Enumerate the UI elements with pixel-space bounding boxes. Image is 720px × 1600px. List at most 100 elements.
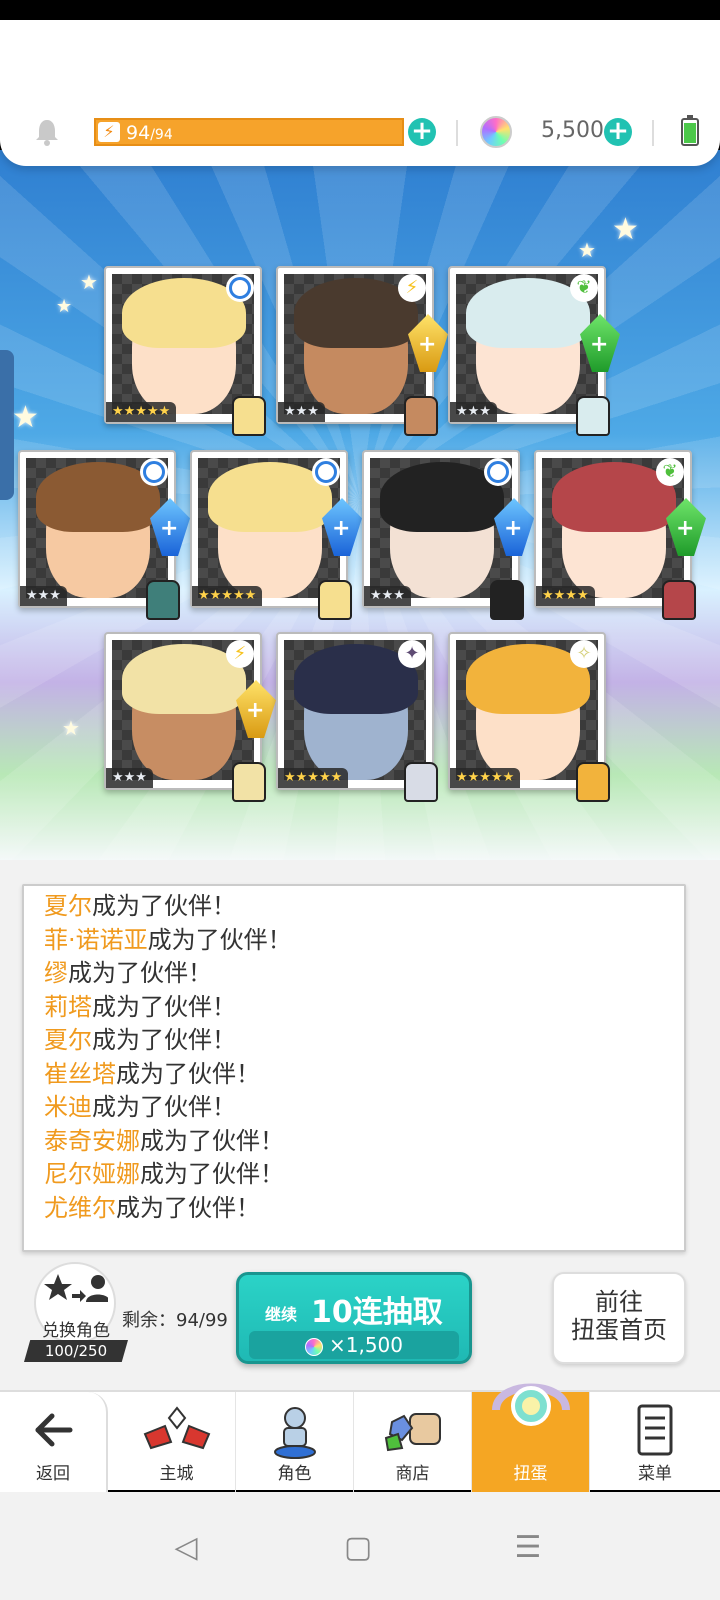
log-list: 夏尔成为了伙伴！ 菲·诺诺亚成为了伙伴！ 缪成为了伙伴！ 莉塔成为了伙伴！ 夏尔成为了伙… bbox=[24, 890, 684, 1225]
earth-element-icon: ❦ bbox=[570, 274, 598, 302]
character-name: 尤维尔 bbox=[44, 1193, 116, 1222]
gacha-home-line2: 扭蛋首页 bbox=[571, 1316, 667, 1344]
divider bbox=[652, 120, 654, 146]
character-icon bbox=[273, 1407, 316, 1459]
swap-star-person-icon bbox=[44, 1274, 108, 1302]
add-gems-button[interactable]: + bbox=[604, 118, 632, 146]
resource-row: ⚡ 94/94 + 5,500 + bbox=[0, 115, 720, 156]
remaining-count: 剩余：94/99 bbox=[122, 1310, 228, 1331]
rarity-stars: ★★★ bbox=[106, 768, 153, 788]
character-card[interactable]: ✦ ★★★★★ bbox=[276, 632, 438, 802]
chibi-sprite-icon bbox=[490, 580, 524, 620]
nav-label-character: 角色 bbox=[277, 1464, 312, 1484]
log-suffix: 成为了伙伴！ bbox=[68, 959, 212, 987]
character-card[interactable]: ★★★★★ bbox=[104, 266, 266, 436]
log-line: 菲·诺诺亚成为了伙伴！ bbox=[24, 924, 684, 958]
swap-label: 兑换角色 bbox=[42, 1321, 110, 1341]
nav-label-gacha: 扭蛋 bbox=[513, 1464, 548, 1484]
log-suffix: 成为了伙伴！ bbox=[116, 1059, 260, 1088]
system-nav-bar: ◁ ▢ ☰ bbox=[0, 1492, 720, 1600]
rarity-stars: ★★★ bbox=[20, 586, 67, 606]
character-card[interactable]: ⚡ + ★★★ bbox=[276, 266, 448, 436]
nav-item-menu[interactable]: 菜单 bbox=[590, 1392, 720, 1492]
character-card[interactable]: + ★★★ bbox=[362, 450, 534, 620]
swap-character-button[interactable]: 兑换角色 100/250 bbox=[24, 1262, 128, 1362]
star-decoration-icon: ★ bbox=[62, 716, 80, 740]
star-decoration-icon: ★ bbox=[56, 296, 73, 317]
divider bbox=[456, 120, 458, 146]
rarity-stars: ★★★★★ bbox=[192, 586, 263, 606]
character-name: 崔丝塔 bbox=[44, 1059, 116, 1088]
water-element-icon bbox=[312, 458, 340, 486]
rarity-stars: ★★★★★ bbox=[278, 768, 349, 788]
character-card[interactable]: ❦ + ★★★ bbox=[448, 266, 620, 436]
thunder-element-icon: ⚡ bbox=[226, 640, 254, 668]
result-log[interactable]: 夏尔成为了伙伴！ 菲·诺诺亚成为了伙伴！ 缪成为了伙伴！ 莉塔成为了伙伴！ 夏尔成为了伙… bbox=[22, 884, 686, 1252]
rarity-stars: ★★★★★ bbox=[106, 402, 177, 422]
system-back-icon[interactable]: ◁ bbox=[164, 1530, 208, 1574]
chibi-sprite-icon bbox=[232, 396, 266, 436]
rarity-stars: ★★★ bbox=[450, 402, 497, 422]
gacha-home-line1: 前往 bbox=[595, 1288, 643, 1316]
character-card[interactable]: ⚡ + ★★★ bbox=[104, 632, 276, 802]
log-line: 崔丝塔成为了伙伴！ bbox=[24, 1058, 684, 1092]
battery-icon bbox=[681, 115, 699, 146]
character-name: 米迪 bbox=[44, 1093, 92, 1121]
gacha-icon bbox=[491, 1383, 570, 1426]
character-name: 夏尔 bbox=[44, 1026, 92, 1054]
log-line: 尼尔娅娜成为了伙伴！ bbox=[24, 1158, 684, 1192]
dark-element-icon: ✦ bbox=[398, 640, 426, 668]
gacha-home-button[interactable]: 前往 扭蛋首页 bbox=[552, 1272, 686, 1364]
character-name: 尼尔娅娜 bbox=[44, 1160, 140, 1188]
arrow-left-icon bbox=[35, 1413, 73, 1447]
log-suffix: 成为了伙伴！ bbox=[92, 1093, 236, 1121]
bell-icon[interactable] bbox=[34, 118, 60, 146]
energy-max: 94 bbox=[154, 127, 173, 143]
resource-panel: ⚡ 94/94 + 5,500 + bbox=[0, 20, 720, 166]
rarity-stars: ★★★★ bbox=[536, 586, 595, 606]
bottom-nav: 返回 主城 角色 商店 扭蛋 菜单 bbox=[0, 1383, 720, 1492]
chibi-sprite-icon bbox=[576, 762, 610, 802]
nav-label-town: 主城 bbox=[159, 1464, 194, 1484]
nav-label-menu: 菜单 bbox=[638, 1464, 672, 1484]
chibi-sprite-icon bbox=[662, 580, 696, 620]
system-recents-icon[interactable]: ☰ bbox=[506, 1530, 550, 1574]
light-element-icon: ✧ bbox=[570, 640, 598, 668]
rarity-stars: ★★★ bbox=[278, 402, 325, 422]
add-energy-button[interactable]: + bbox=[408, 118, 436, 146]
character-name: 泰奇安娜 bbox=[44, 1126, 140, 1155]
chibi-sprite-icon bbox=[146, 580, 180, 620]
character-card[interactable]: + ★★★ bbox=[18, 450, 190, 620]
gem-icon bbox=[480, 116, 512, 148]
back-button[interactable]: 返回 bbox=[0, 1392, 108, 1492]
log-line: 泰奇安娜成为了伙伴！ bbox=[24, 1125, 684, 1159]
gem-icon bbox=[304, 1337, 323, 1356]
nav-item-town[interactable]: 主城 bbox=[118, 1392, 236, 1492]
character-card[interactable]: + ★★★★★ bbox=[190, 450, 362, 620]
water-element-icon bbox=[140, 458, 168, 486]
log-line: 夏尔成为了伙伴！ bbox=[24, 1024, 684, 1058]
thunder-element-icon: ⚡ bbox=[398, 274, 426, 302]
menu-icon bbox=[637, 1404, 673, 1456]
chibi-sprite-icon bbox=[404, 396, 438, 436]
nav-item-character[interactable]: 角色 bbox=[236, 1392, 354, 1492]
energy-bar: ⚡ 94/94 bbox=[94, 118, 404, 146]
character-name: 缪 bbox=[44, 959, 68, 987]
character-card[interactable]: ❦ + ★★★★ bbox=[534, 450, 706, 620]
star-decoration-icon: ★ bbox=[578, 238, 596, 262]
pull-title: 10连抽取 bbox=[311, 1295, 443, 1330]
system-home-icon[interactable]: ▢ bbox=[336, 1530, 380, 1574]
status-bar bbox=[0, 0, 720, 20]
log-line: 夏尔成为了伙伴！ bbox=[24, 890, 684, 924]
star-decoration-icon: ★ bbox=[80, 270, 98, 294]
gem-count: 5,500 bbox=[541, 118, 604, 143]
chibi-sprite-icon bbox=[232, 762, 266, 802]
nav-item-gacha[interactable]: 扭蛋 bbox=[472, 1383, 590, 1492]
character-card[interactable]: ✧ ★★★★★ bbox=[448, 632, 610, 802]
log-line: 米迪成为了伙伴！ bbox=[24, 1091, 684, 1125]
rarity-stars: ★★★ bbox=[364, 586, 411, 606]
rarity-stars: ★★★★★ bbox=[450, 768, 521, 788]
log-suffix: 成为了伙伴！ bbox=[140, 1126, 284, 1155]
nav-item-shop[interactable]: 商店 bbox=[354, 1392, 472, 1492]
ten-pull-button[interactable]: 继续 10连抽取 ×1,500 bbox=[236, 1272, 472, 1364]
